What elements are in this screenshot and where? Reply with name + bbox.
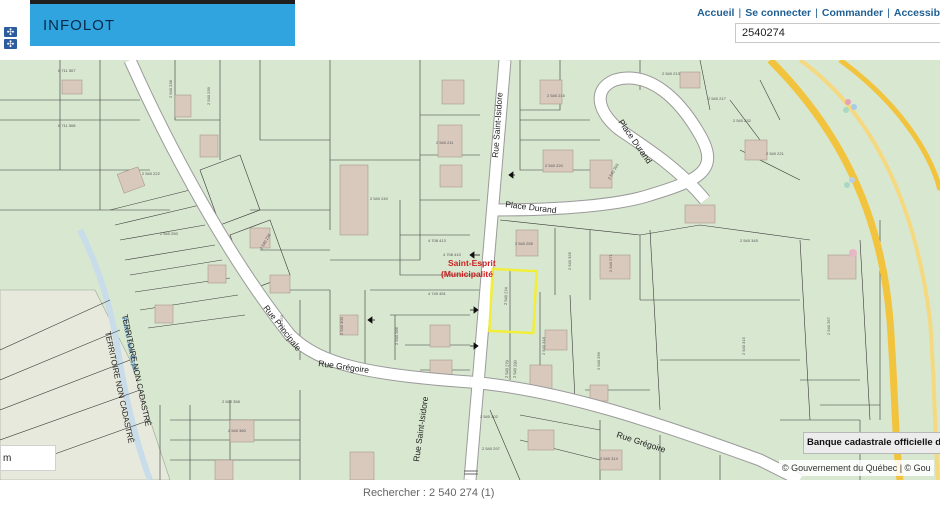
lot-number: 2 540 318	[541, 336, 546, 355]
lot-number: 2 540 250	[160, 231, 179, 236]
lot-number: 2 540 345	[740, 238, 759, 243]
nav-commander[interactable]: Commander	[822, 7, 883, 19]
road-label-saint-isidore-south: Rue Saint-Isidore	[411, 396, 430, 463]
road-label-rue-gregoire-west: Rue Grégoire	[318, 358, 370, 375]
lot-number: 2 540 360	[228, 428, 247, 433]
top-bar: INFOLOT ✣ ✣ Accueil | Se connecter | Command…	[0, 0, 940, 60]
lot-number: 2 540 314	[600, 456, 619, 461]
lot-number: 2 540 274	[503, 286, 509, 305]
lot-number: 2 540 280	[512, 359, 518, 378]
selected-lot-highlight[interactable]	[488, 267, 538, 335]
nav-separator: |	[738, 7, 742, 19]
lot-number: 4 708 410	[443, 252, 462, 257]
lot-number: 2 540 358	[222, 399, 241, 404]
attribution: © Gouvernement du Québec | © Gou	[779, 460, 934, 476]
lot-number: 2 540 302	[480, 414, 499, 419]
road-label-rue-gregoire-east: Rue Grégoire	[615, 429, 667, 454]
lot-number: 2 540 326	[567, 251, 572, 270]
lot-number: 2 540 213	[662, 71, 681, 76]
lot-number: 2 540 222	[142, 171, 161, 176]
lot-number: 2 540 217	[708, 96, 727, 101]
lot-number: 2 540 215	[547, 93, 566, 98]
lot-number: 2 540 232	[733, 118, 752, 123]
lot-number: 2 540 299	[596, 351, 601, 370]
lot-number: 2 540 221	[766, 151, 785, 156]
lot-number: 6 711 508	[58, 123, 76, 128]
lot-search-input[interactable]	[735, 23, 940, 43]
app-title: INFOLOT	[43, 16, 116, 34]
road-label-place-durand-curve: Place Durand	[616, 117, 654, 165]
scale-box: m	[0, 445, 56, 471]
lot-number: 2 540 253	[279, 314, 284, 333]
attribution-text: © Gouvernement du Québec | © Gou	[782, 463, 931, 473]
lot-number: 2 540 239	[206, 86, 211, 105]
lot-number: 2 540 238	[168, 79, 173, 98]
nav-se-connecter[interactable]: Se connecter	[745, 7, 811, 19]
scale-label: m	[3, 453, 12, 464]
municipality-label-line2: (Municipalité	[441, 269, 493, 279]
map-canvas: Rue Saint-Isidore Rue Saint-Isidore Plac…	[0, 60, 940, 480]
banque-label: Banque cadastrale officielle d	[807, 437, 940, 448]
top-nav: Accueil | Se connecter | Commander | Accessib	[697, 7, 940, 19]
nav-separator: |	[815, 7, 818, 19]
lot-number: 2 540 297	[482, 446, 501, 451]
search-result-text: Rechercher : 2 540 274 (1)	[363, 487, 495, 499]
nav-accueil[interactable]: Accueil	[697, 7, 734, 19]
basemap-source-label[interactable]: Banque cadastrale officielle d	[803, 432, 940, 454]
app-logo[interactable]: INFOLOT	[30, 4, 295, 46]
lot-number: 2 540 220	[545, 163, 564, 168]
search-result-footer: Rechercher : 2 540 274 (1)	[363, 487, 494, 499]
map-marker-icon[interactable]	[849, 249, 857, 257]
nav-separator: |	[887, 7, 890, 19]
lot-number: 2 540 271	[608, 253, 613, 272]
collapse-icon[interactable]: ✣	[4, 39, 17, 49]
expand-icon[interactable]: ✣	[4, 27, 17, 37]
lot-number: 2 540 286	[394, 326, 399, 345]
lot-number: 2 540 255	[515, 241, 534, 246]
lot-number: 4 749 451	[428, 291, 447, 296]
lot-number: 2 540 240	[370, 196, 389, 201]
lot-number: 2 540 315	[741, 336, 746, 355]
lot-number: 4 708 413	[428, 238, 447, 243]
lot-number: 2 540 267	[826, 316, 831, 335]
lot-number: 2 540 279	[504, 359, 510, 378]
lot-number: 2 540 211	[436, 140, 454, 145]
municipality-label-line1: Saint-Esprit	[448, 258, 496, 268]
lot-number: 2 540 300	[339, 316, 344, 335]
lot-number: 6 711 507	[58, 68, 76, 73]
nav-accessibilite[interactable]: Accessib	[894, 7, 940, 19]
cadastral-map[interactable]: Rue Saint-Isidore Rue Saint-Isidore Plac…	[0, 60, 940, 480]
